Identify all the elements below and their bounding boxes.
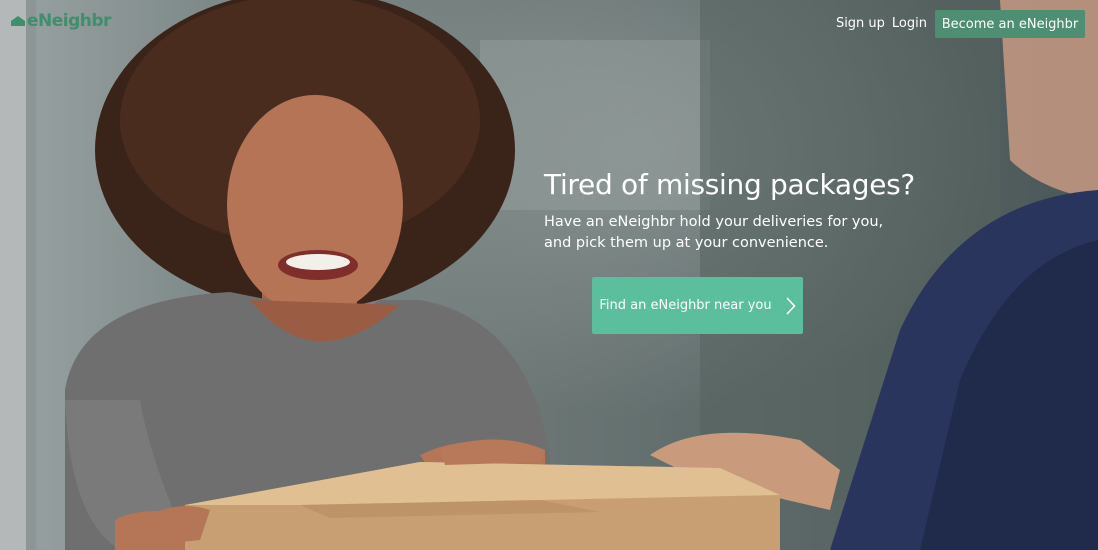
find-eneighbr-button[interactable]: Find an eNeighbr near you	[592, 277, 803, 334]
top-nav: Sign up Login Become an eNeighbr	[836, 10, 1085, 38]
hero-subhead: Have an eNeighbr hold your deliveries fo…	[544, 214, 884, 251]
brand-logo[interactable]: eNeighbr	[10, 10, 111, 32]
hero-section: eNeighbr Sign up Login Become an eNeighb…	[0, 0, 1098, 550]
login-link[interactable]: Login	[892, 10, 927, 38]
hero-headline: Tired of missing packages?	[544, 168, 915, 201]
find-eneighbr-label: Find an eNeighbr near you	[599, 298, 772, 313]
become-eneighbr-button[interactable]: Become an eNeighbr	[935, 10, 1085, 38]
chevron-right-icon	[786, 297, 795, 314]
house-icon	[11, 16, 25, 26]
brand-name: eNeighbr	[27, 11, 111, 31]
hero-background-photo	[0, 0, 1098, 550]
signup-link[interactable]: Sign up	[836, 10, 885, 38]
